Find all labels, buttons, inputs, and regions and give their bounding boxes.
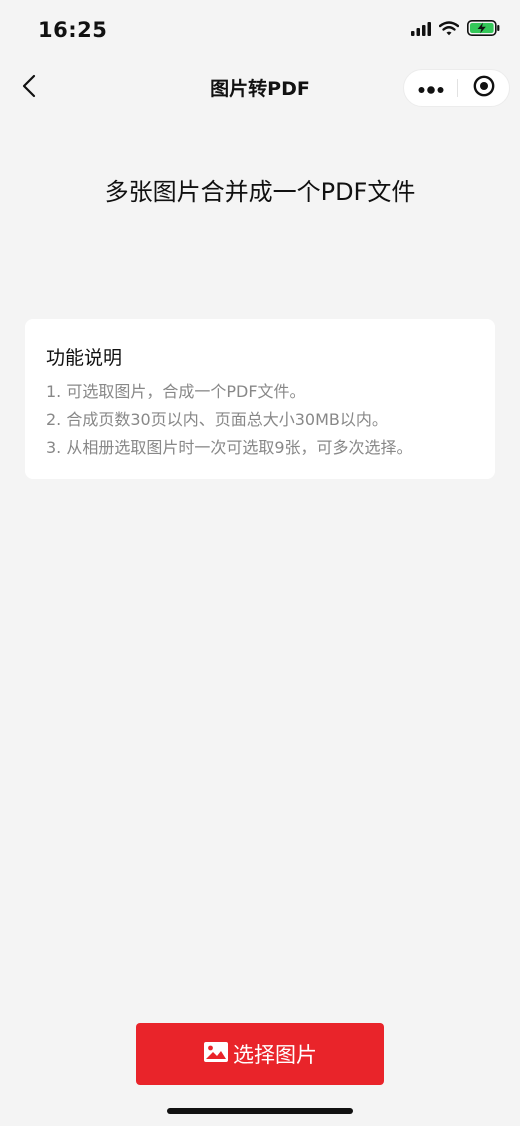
status-bar: 16:25	[0, 0, 520, 60]
select-images-label: 选择图片	[233, 1043, 317, 1067]
navigation-bar: 图片转PDF	[0, 60, 520, 116]
home-indicator	[167, 1108, 353, 1114]
more-dots-icon	[418, 79, 444, 98]
info-line: 2. 合成页数30页以内、页面总大小30MB以内。	[46, 410, 388, 429]
wifi-icon	[438, 20, 460, 40]
miniprogram-capsule	[403, 69, 510, 107]
status-time: 16:25	[38, 18, 108, 42]
select-images-button[interactable]: 选择图片	[136, 1023, 384, 1085]
cellular-signal-icon	[411, 21, 431, 40]
status-icons	[411, 20, 500, 40]
info-card: 功能说明 1. 可选取图片，合成一个PDF文件。 2. 合成页数30页以内、页面…	[25, 319, 495, 479]
battery-charging-icon	[467, 20, 500, 40]
info-line: 3. 从相册选取图片时一次可选取9张，可多次选择。	[46, 438, 413, 457]
info-line: 1. 可选取图片，合成一个PDF文件。	[46, 382, 306, 401]
close-button[interactable]	[458, 70, 510, 106]
info-card-title: 功能说明	[46, 347, 123, 369]
headline: 多张图片合并成一个PDF文件	[104, 178, 416, 206]
miniprogram-close-icon	[473, 75, 495, 101]
more-button[interactable]	[404, 70, 457, 106]
image-icon	[203, 1041, 229, 1067]
